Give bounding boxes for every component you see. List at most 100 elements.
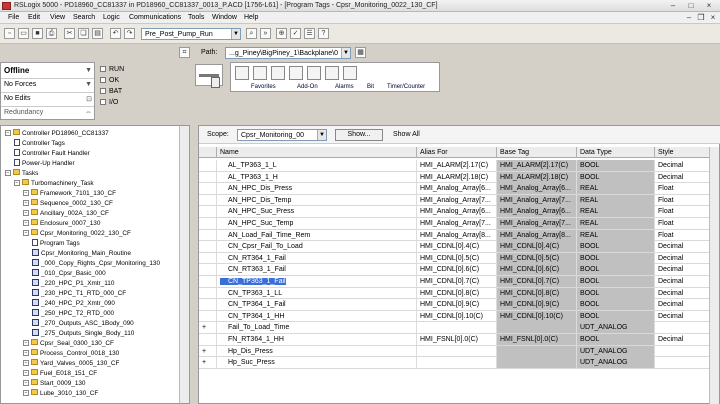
cell-expand[interactable] — [199, 276, 217, 287]
tab-bit[interactable]: Bit — [367, 84, 374, 92]
cell-base[interactable] — [497, 345, 577, 357]
cell-type[interactable]: BOOL — [577, 287, 655, 299]
browse-path-icon[interactable]: ▦ — [355, 47, 366, 58]
table-row[interactable]: AL_TP363_1_L HMI_ALARM[2].17(C) HMI_ALARM[… — [199, 160, 711, 172]
cell-type[interactable]: BOOL — [577, 310, 655, 322]
cell-name[interactable]: CN_TP364_1_HH — [217, 310, 417, 322]
scope-combo[interactable]: Cpsr_Monitoring_00 ▼ — [237, 129, 327, 141]
table-row[interactable]: + Fail_To_Load_Time UDT_ANALOG — [199, 322, 711, 334]
header-alias-for[interactable]: Alias For — [417, 147, 497, 158]
expand-icon[interactable]: − — [23, 210, 29, 216]
cell-style[interactable]: Float — [655, 194, 711, 206]
cell-alias[interactable]: HMI_Analog_Array[8... — [417, 229, 497, 241]
cell-type[interactable]: REAL — [577, 206, 655, 218]
tree-node[interactable]: _270_Outputs_ASC_1Body_090 — [32, 319, 134, 328]
cell-style[interactable]: Decimal — [655, 299, 711, 311]
table-row[interactable]: + Hp_Dis_Press UDT_ANALOG — [199, 345, 711, 358]
cell-style[interactable] — [655, 357, 711, 369]
cell-alias[interactable] — [417, 322, 497, 334]
chevron-down-icon[interactable]: ▼ — [341, 48, 350, 58]
cell-style[interactable]: Decimal — [655, 334, 711, 345]
tree-node[interactable]: Controller Tags — [14, 139, 65, 148]
edits-lock-icon[interactable]: ⊡ — [86, 95, 92, 103]
cell-name[interactable]: FN_RT364_1_HH — [217, 334, 417, 345]
ote-icon[interactable] — [307, 66, 321, 80]
tree-node[interactable]: Cpsr_Monitoring_Main_Routine — [32, 249, 131, 258]
tree-node[interactable]: − Framework_7101_130_CF — [23, 189, 116, 198]
cell-style[interactable]: Decimal — [655, 171, 711, 183]
cell-name[interactable]: CN_TP363_1_LL — [217, 287, 417, 299]
menu-window[interactable]: Window — [212, 14, 237, 21]
tab-alarms[interactable]: Alarms — [335, 84, 354, 92]
copy-icon[interactable]: ❏ — [78, 28, 89, 39]
branch-icon[interactable] — [253, 66, 267, 80]
path-combo[interactable]: ...g_Piney\BigPiney_1\Backplane\0 ▼ — [225, 47, 351, 59]
expand-icon[interactable]: − — [23, 370, 29, 376]
cell-base[interactable]: HMI_ALARM[2].18(C) — [497, 171, 577, 183]
cell-style[interactable] — [655, 322, 711, 334]
cell-base[interactable]: HMI_CDNL[0].10(C) — [497, 310, 577, 322]
table-row[interactable]: CN_RT364_1_Fail HMI_CDNL[0].5(C) HMI_CDNL[… — [199, 252, 711, 265]
cell-alias[interactable]: HMI_CDNL[0].8(C) — [417, 287, 497, 299]
cell-alias[interactable]: HMI_Analog_Array[7... — [417, 218, 497, 229]
find-next-icon[interactable]: » — [260, 28, 271, 39]
menu-tools[interactable]: Tools — [188, 14, 204, 21]
cell-name[interactable]: CN_TP364_1_Fail — [217, 299, 417, 311]
cell-style[interactable]: Float — [655, 183, 711, 195]
cell-expand[interactable] — [199, 310, 217, 322]
expand-icon[interactable]: − — [23, 340, 29, 346]
expand-icon[interactable]: − — [5, 170, 11, 176]
cell-base[interactable] — [497, 357, 577, 369]
cell-alias[interactable]: HMI_CDNL[0].5(C) — [417, 252, 497, 264]
mdi-minimize-icon[interactable]: – — [684, 13, 694, 23]
table-row[interactable]: CN_RT363_1_Fail HMI_CDNL[0].6(C) HMI_CDNL[… — [199, 264, 711, 276]
cell-type[interactable]: BOOL — [577, 299, 655, 311]
cell-name[interactable]: Hp_Dis_Press — [217, 345, 417, 357]
cell-name[interactable]: AN_Load_Fail_Time_Rem — [217, 229, 417, 241]
menu-help[interactable]: Help — [244, 14, 258, 21]
expand-icon[interactable]: − — [23, 380, 29, 386]
table-row[interactable]: CN_TP363_1_Fail HMI_CDNL[0].7(C) HMI_CDNL[… — [199, 276, 711, 288]
tree-node[interactable]: − Cpsr_Seal_0300_130_CF — [23, 339, 114, 348]
tab-add-on[interactable]: Add-On — [297, 84, 318, 92]
open-folder-icon[interactable]: ▭ — [18, 28, 29, 39]
tree-node[interactable]: _250_HPC_T2_RTD_000 — [32, 309, 114, 318]
table-row[interactable]: AN_HPC_Dis_Temp HMI_Analog_Array[7... HMI_… — [199, 194, 711, 207]
cell-name[interactable]: AL_TP363_1_H — [217, 171, 417, 183]
cell-style[interactable]: Float — [655, 229, 711, 241]
print-icon[interactable]: ⎙ — [46, 28, 57, 39]
expand-icon[interactable]: − — [23, 360, 29, 366]
cell-style[interactable]: Decimal — [655, 241, 711, 253]
chevron-down-icon[interactable]: ▼ — [317, 130, 326, 140]
cell-base[interactable]: HMI_ALARM[2].17(C) — [497, 160, 577, 171]
grid-scrollbar[interactable] — [709, 147, 719, 404]
cell-expand[interactable] — [199, 218, 217, 229]
cell-name[interactable]: Hp_Suc_Press — [217, 357, 417, 369]
new-file-icon[interactable]: ▫ — [4, 28, 15, 39]
cell-name[interactable]: CN_RT363_1_Fail — [217, 264, 417, 276]
cell-expand[interactable]: + — [199, 322, 217, 334]
cell-alias[interactable]: HMI_CDNL[0].9(C) — [417, 299, 497, 311]
cell-expand[interactable] — [199, 194, 217, 206]
cell-name[interactable]: AN_HPC_Suc_Temp — [217, 218, 417, 229]
cell-alias[interactable]: HMI_Analog_Array[6... — [417, 206, 497, 218]
table-row[interactable]: + Hp_Suc_Press UDT_ANALOG — [199, 357, 711, 369]
menu-file[interactable]: File — [8, 14, 19, 21]
cell-style[interactable]: Decimal — [655, 252, 711, 264]
redo-icon[interactable]: ↷ — [124, 28, 135, 39]
save-icon[interactable]: ■ — [32, 28, 43, 39]
tree-node[interactable]: − Tasks — [5, 169, 38, 178]
cell-style[interactable]: Float — [655, 206, 711, 218]
cell-type[interactable]: UDT_ANALOG — [577, 345, 655, 357]
tree-node[interactable]: − Enclosure_0007_130 — [23, 219, 100, 228]
zoom-icon[interactable]: ⊕ — [276, 28, 287, 39]
expand-icon[interactable]: − — [23, 230, 29, 236]
menu-communications[interactable]: Communications — [129, 14, 181, 21]
expand-icon[interactable]: − — [14, 180, 20, 186]
network-icon[interactable]: ⌗ — [179, 47, 190, 58]
table-row[interactable]: CN_TP364_1_Fail HMI_CDNL[0].9(C) HMI_CDNL[… — [199, 299, 711, 311]
tab-favorites[interactable]: Favorites — [251, 84, 276, 92]
cell-base[interactable]: HMI_Analog_Array[7... — [497, 218, 577, 229]
cell-base[interactable]: HMI_CDNL[0].8(C) — [497, 287, 577, 299]
tree-node[interactable]: Power-Up Handler — [14, 159, 75, 168]
